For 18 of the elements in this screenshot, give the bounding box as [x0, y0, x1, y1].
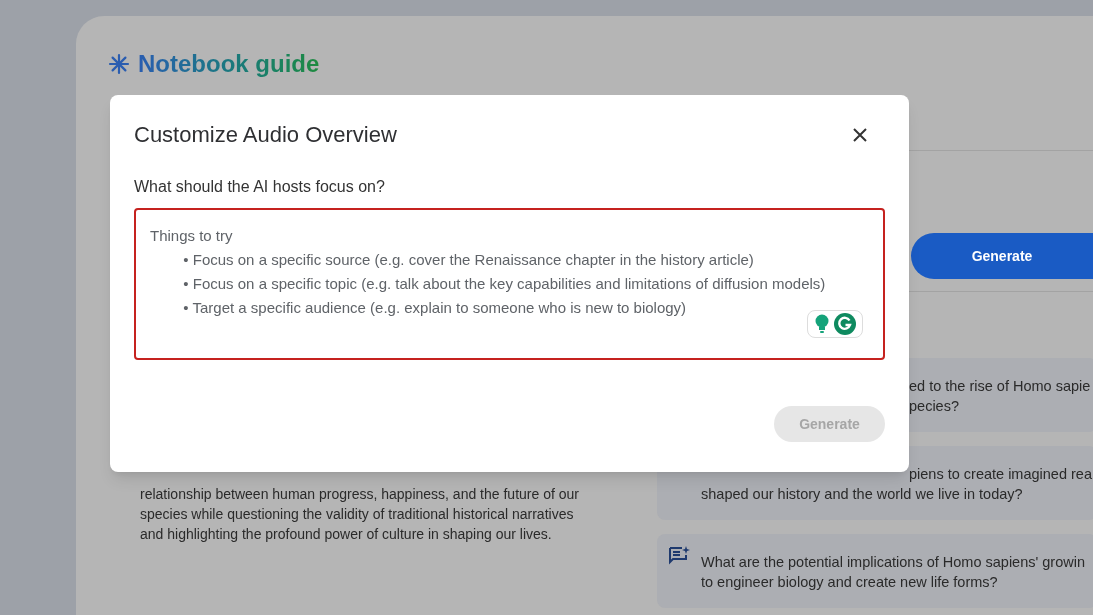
question-text: to engineer biology and create new life forms? [701, 573, 998, 592]
prompt-label: What should the AI hosts focus on? [134, 177, 386, 197]
summary-line: species while questioning the validity of traditional historical narratives [140, 505, 574, 524]
summary-line: and highlighting the profound power of culture in shaping our lives. [140, 525, 552, 544]
g-logo-icon [834, 313, 856, 335]
generate-button[interactable]: Generate [911, 233, 1093, 279]
question-text: pecies? [909, 397, 959, 416]
grammarly-badge[interactable] [807, 310, 863, 338]
lightbulb-icon [814, 314, 830, 334]
question-text: ed to the rise of Homo sapie [909, 377, 1091, 396]
question-icon [668, 545, 690, 565]
summary-line: relationship between human progress, happiness, and the future of our [140, 485, 579, 504]
question-text: shaped our history and the world we live in today? [701, 485, 1023, 504]
sparkle-icon [108, 53, 130, 75]
input-field[interactable]: Things to try • Focus on a specific source (e.g. cover the Renaissance chapter in the history article) • Focus on a specific topic (e.g. talk about the key capabilities and limitations of diffusion models) • Target a specific audience (e.g. explain to someone who is new to biology) [134, 208, 885, 360]
question-text: What are the potential implications of Homo sapiens' growin [701, 553, 1085, 572]
dialog-title: Customize Audio Overview [134, 121, 397, 149]
question-card[interactable]: What are the potential implications of Homo sapiens' growin to engineer biology and create new life forms? [657, 534, 1093, 608]
